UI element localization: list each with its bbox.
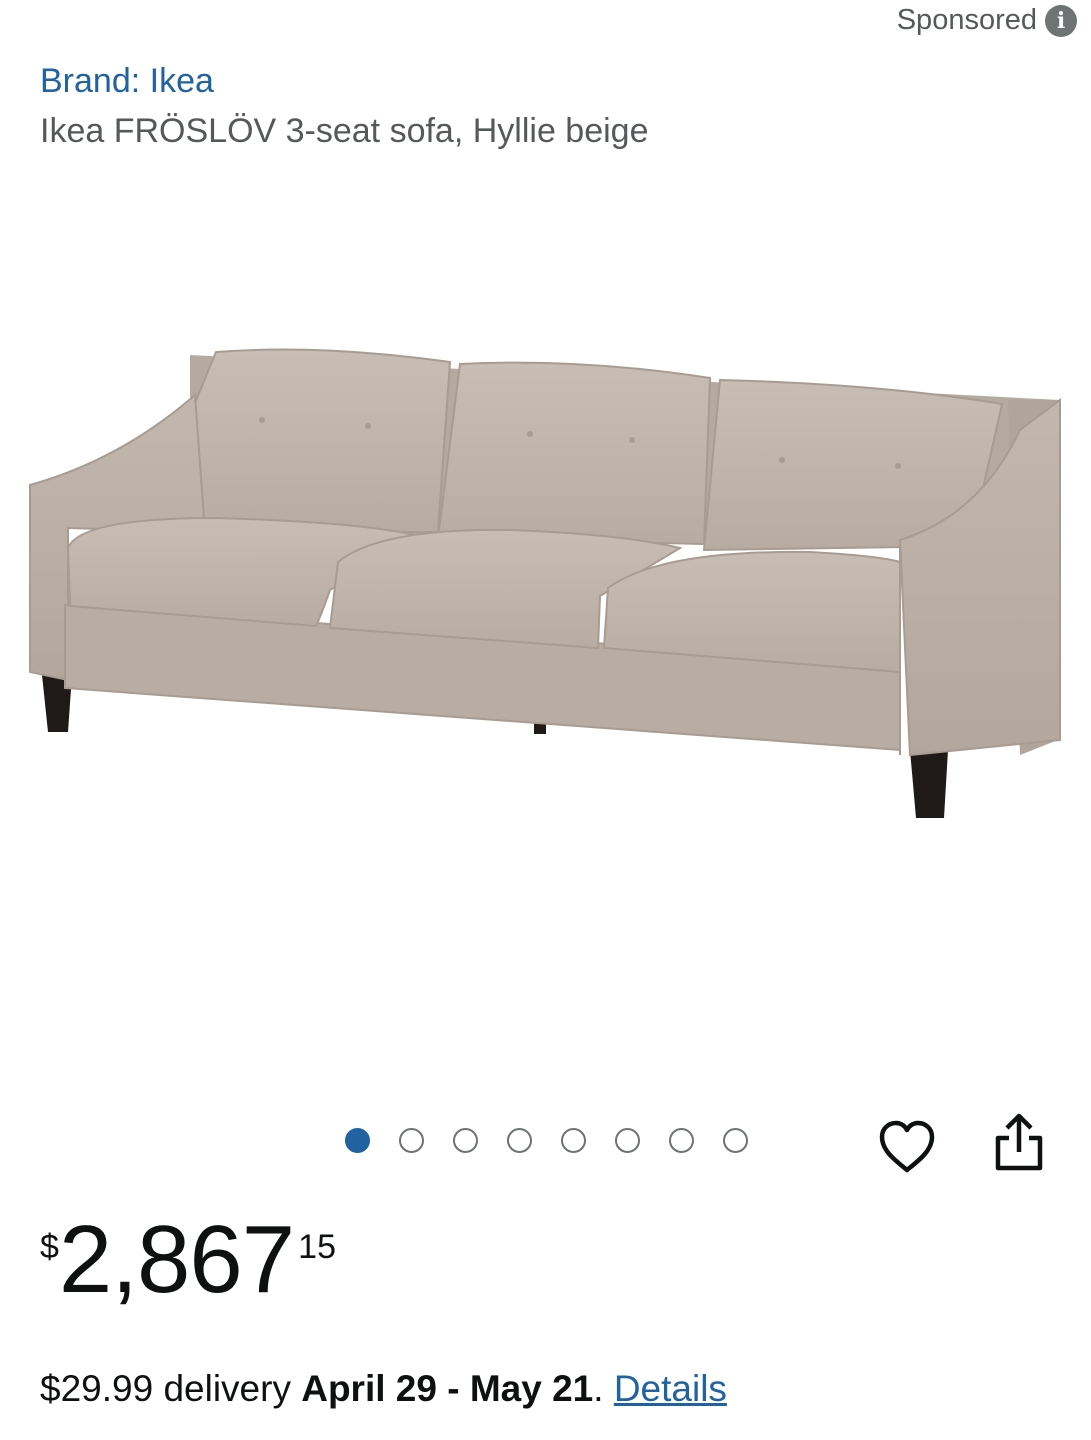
delivery-period: . xyxy=(593,1368,604,1409)
price-fraction: 15 xyxy=(298,1228,336,1266)
carousel-dot[interactable] xyxy=(669,1128,694,1153)
delivery-cost: $29.99 delivery xyxy=(40,1368,291,1409)
carousel-dot[interactable] xyxy=(507,1128,532,1153)
price-whole: 2,867 xyxy=(58,1206,295,1313)
info-icon[interactable]: i xyxy=(1045,4,1077,37)
sponsored-badge[interactable]: Sponsored i xyxy=(897,4,1077,37)
price-symbol: $ xyxy=(40,1228,59,1266)
brand-link[interactable]: Brand: Ikea xyxy=(40,62,214,101)
delivery-info: $29.99 delivery April 29 - May 21. Detai… xyxy=(40,1368,727,1410)
carousel-dot[interactable] xyxy=(615,1128,640,1153)
heart-icon[interactable] xyxy=(876,1118,938,1176)
carousel-dot[interactable] xyxy=(561,1128,586,1153)
carousel-dot[interactable] xyxy=(345,1128,370,1153)
details-link[interactable]: Details xyxy=(614,1368,727,1409)
carousel-dot[interactable] xyxy=(723,1128,748,1153)
carousel-dot[interactable] xyxy=(399,1128,424,1153)
delivery-dates: April 29 - May 21 xyxy=(301,1368,594,1409)
image-carousel-dots[interactable] xyxy=(345,1128,748,1153)
sponsored-label: Sponsored xyxy=(896,4,1037,36)
price: $ 2,867 15 xyxy=(40,1212,336,1308)
product-image[interactable] xyxy=(20,300,1080,840)
share-icon[interactable] xyxy=(992,1110,1046,1174)
carousel-dot[interactable] xyxy=(453,1128,478,1153)
product-title: Ikea FRÖSLÖV 3-seat sofa, Hyllie beige xyxy=(40,112,649,150)
